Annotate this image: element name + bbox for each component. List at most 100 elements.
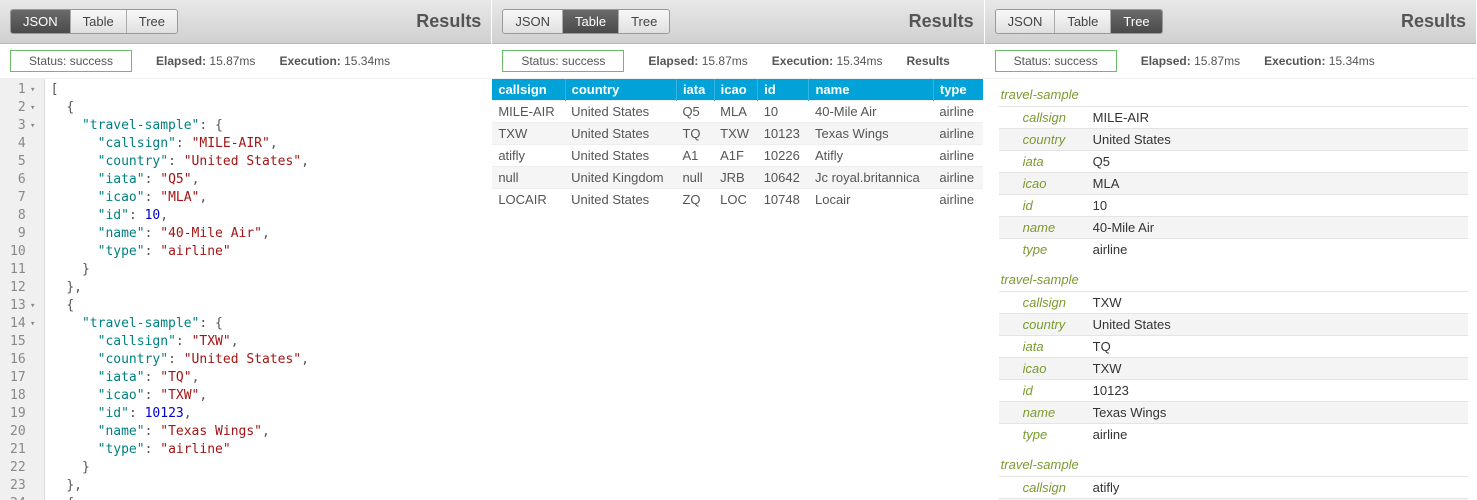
json-body[interactable]: 1▾2▾3▾45678910111213▾14▾1516171819202122… xyxy=(0,79,491,500)
tree-key: icao xyxy=(1023,361,1093,376)
fold-icon[interactable]: ▾ xyxy=(28,297,38,315)
table-cell: JRB xyxy=(714,167,758,189)
view-tabs: JSON Table Tree xyxy=(502,9,670,34)
table-cell: atifly xyxy=(492,145,565,167)
tab-json[interactable]: JSON xyxy=(11,10,71,33)
header: JSON Table Tree Results xyxy=(985,0,1476,44)
table-cell: TXW xyxy=(714,123,758,145)
code-line: { xyxy=(51,99,309,117)
line-number: 4 xyxy=(10,135,38,153)
tree-value: 40-Mile Air xyxy=(1093,220,1154,235)
tree-row: nameTexas Wings xyxy=(999,401,1468,423)
column-header[interactable]: name xyxy=(809,79,933,101)
tree-value: MILE-AIR xyxy=(1093,110,1149,125)
table-cell: airline xyxy=(933,189,983,211)
tab-table[interactable]: Table xyxy=(71,10,127,33)
line-number: 24▾ xyxy=(10,495,38,500)
table-body[interactable]: callsigncountryiataicaoidnametypeMILE-AI… xyxy=(492,79,983,500)
tab-tree[interactable]: Tree xyxy=(1111,10,1161,33)
table-cell: ZQ xyxy=(676,189,714,211)
tree-document[interactable]: travel-samplecallsignTXWcountryUnited St… xyxy=(999,268,1468,445)
table-row[interactable]: MILE-AIRUnited StatesQ5MLA1040-Mile Aira… xyxy=(492,101,983,123)
status-badge: Status: success xyxy=(10,50,132,72)
line-number: 15 xyxy=(10,333,38,351)
doc-title[interactable]: travel-sample xyxy=(999,453,1468,476)
code-line: "callsign": "TXW", xyxy=(51,333,309,351)
tree-row: iataQ5 xyxy=(999,150,1468,172)
status-badge: Status: success xyxy=(995,50,1117,72)
execution-stat: Execution: 15.34ms xyxy=(279,54,390,68)
table-row[interactable]: LOCAIRUnited StatesZQLOC10748Locairairli… xyxy=(492,189,983,211)
tree-row: icaoMLA xyxy=(999,172,1468,194)
tree-key: name xyxy=(1023,220,1093,235)
line-number: 1▾ xyxy=(10,81,38,99)
table-cell: United States xyxy=(565,101,676,123)
table-cell: airline xyxy=(933,167,983,189)
line-number: 13▾ xyxy=(10,297,38,315)
code-line: "country": "United States", xyxy=(51,153,309,171)
tree-body[interactable]: travel-samplecallsignMILE-AIRcountryUnit… xyxy=(985,79,1476,500)
column-header[interactable]: country xyxy=(565,79,676,101)
tab-json[interactable]: JSON xyxy=(503,10,563,33)
line-number: 8 xyxy=(10,207,38,225)
table-cell: TXW xyxy=(492,123,565,145)
code-line: [ xyxy=(51,81,309,99)
status-bar: Status: success Elapsed: 15.87ms Executi… xyxy=(492,44,983,79)
column-header[interactable]: callsign xyxy=(492,79,565,101)
tab-table[interactable]: Table xyxy=(563,10,619,33)
table-cell: Texas Wings xyxy=(809,123,933,145)
line-number: 7 xyxy=(10,189,38,207)
tree-value: Q5 xyxy=(1093,154,1110,169)
tree-row: id10123 xyxy=(999,379,1468,401)
table-cell: airline xyxy=(933,145,983,167)
column-header[interactable]: iata xyxy=(676,79,714,101)
code-line: }, xyxy=(51,279,309,297)
table-cell: United Kingdom xyxy=(565,167,676,189)
tree-row: callsignTXW xyxy=(999,291,1468,313)
fold-icon[interactable]: ▾ xyxy=(28,117,38,135)
tree-value: 10123 xyxy=(1093,383,1129,398)
fold-icon[interactable]: ▾ xyxy=(28,315,38,333)
column-header[interactable]: id xyxy=(758,79,809,101)
table-cell: MILE-AIR xyxy=(492,101,565,123)
table-cell: Q5 xyxy=(676,101,714,123)
code-editor: 1▾2▾3▾45678910111213▾14▾1516171819202122… xyxy=(0,79,491,500)
line-number: 6 xyxy=(10,171,38,189)
tab-tree[interactable]: Tree xyxy=(127,10,177,33)
code-line: "type": "airline" xyxy=(51,243,309,261)
doc-title[interactable]: travel-sample xyxy=(999,83,1468,106)
panel-title: Results xyxy=(416,11,481,32)
elapsed-stat: Elapsed: 15.87ms xyxy=(1141,54,1240,68)
doc-title[interactable]: travel-sample xyxy=(999,268,1468,291)
panel-title: Results xyxy=(909,11,974,32)
code-line: "id": 10, xyxy=(51,207,309,225)
column-header[interactable]: type xyxy=(933,79,983,101)
line-number: 18 xyxy=(10,387,38,405)
table-cell: LOCAIR xyxy=(492,189,565,211)
fold-icon[interactable]: ▾ xyxy=(28,81,38,99)
code-line: }, xyxy=(51,477,309,495)
fold-icon[interactable]: ▾ xyxy=(28,495,38,500)
tree-value: TXW xyxy=(1093,361,1122,376)
tree-value: TXW xyxy=(1093,295,1122,310)
tab-tree[interactable]: Tree xyxy=(619,10,669,33)
table-row[interactable]: TXWUnited StatesTQTXW10123Texas Wingsair… xyxy=(492,123,983,145)
tree-key: country xyxy=(1023,317,1093,332)
panel-table: JSON Table Tree Results Status: success … xyxy=(492,0,984,500)
view-tabs: JSON Table Tree xyxy=(10,9,178,34)
tree-key: country xyxy=(1023,132,1093,147)
table-row[interactable]: atiflyUnited StatesA1A1F10226Atiflyairli… xyxy=(492,145,983,167)
tab-table[interactable]: Table xyxy=(1055,10,1111,33)
table-cell: 10 xyxy=(758,101,809,123)
fold-icon[interactable]: ▾ xyxy=(28,99,38,117)
line-number: 14▾ xyxy=(10,315,38,333)
tree-key: id xyxy=(1023,198,1093,213)
tab-json[interactable]: JSON xyxy=(996,10,1056,33)
tree-document[interactable]: travel-samplecallsignMILE-AIRcountryUnit… xyxy=(999,83,1468,260)
code-line: "callsign": "MILE-AIR", xyxy=(51,135,309,153)
column-header[interactable]: icao xyxy=(714,79,758,101)
line-number: 22 xyxy=(10,459,38,477)
tree-document[interactable]: travel-samplecallsignatiflycountryUnited… xyxy=(999,453,1468,500)
table-row[interactable]: nullUnited KingdomnullJRB10642Jc royal.b… xyxy=(492,167,983,189)
results-tree: travel-samplecallsignMILE-AIRcountryUnit… xyxy=(985,79,1476,500)
